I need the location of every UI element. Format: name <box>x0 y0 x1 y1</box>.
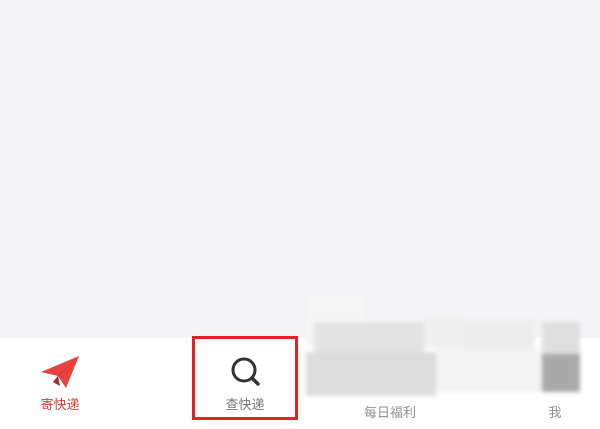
tab-send-express[interactable]: 寄快递 <box>10 338 110 429</box>
mosaic-overlay <box>306 296 586 400</box>
tab-query-express[interactable]: 查快递 <box>190 338 300 429</box>
content-area <box>0 0 600 338</box>
search-icon <box>223 352 267 392</box>
tab-daily-label: 每日福利 <box>363 406 416 421</box>
tab-me-label: 我 <box>548 406 562 421</box>
app-screen: 寄快递 查快递 每日福利 我 <box>0 0 600 429</box>
tab-query-label: 查快递 <box>225 398 265 413</box>
tab-send-label: 寄快递 <box>40 398 80 413</box>
paper-plane-icon <box>38 352 82 392</box>
